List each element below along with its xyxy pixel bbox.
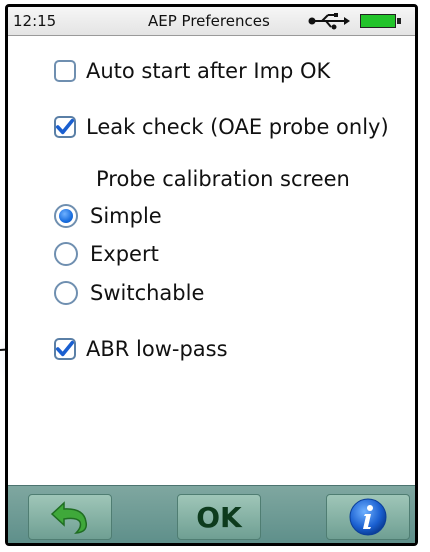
battery-tip	[397, 18, 401, 24]
check-mark-icon	[56, 340, 74, 357]
radio-expert-option[interactable]: Expert	[54, 242, 159, 266]
screen-title: AEP Preferences	[148, 12, 270, 30]
battery-icon	[360, 14, 396, 28]
abr-lowpass-option[interactable]: ABR low-pass	[54, 337, 228, 361]
leak-check-label: Leak check (OAE probe only)	[86, 115, 389, 139]
ok-label: OK	[196, 500, 242, 534]
usb-icon	[308, 13, 350, 30]
clock-time: 12:15	[13, 12, 57, 30]
back-button[interactable]	[28, 494, 112, 540]
radio-switchable[interactable]	[54, 281, 78, 305]
back-arrow-icon	[50, 501, 88, 534]
leak-check-checkbox[interactable]	[54, 116, 76, 138]
status-bar: 12:15 AEP Preferences	[8, 7, 415, 36]
auto-start-label: Auto start after Imp OK	[86, 59, 331, 83]
ok-button[interactable]: OK	[177, 494, 261, 540]
leak-check-option[interactable]: Leak check (OAE probe only)	[54, 115, 389, 139]
info-button[interactable]	[326, 494, 410, 540]
auto-start-checkbox[interactable]	[54, 60, 76, 82]
probe-calibration-heading: Probe calibration screen	[96, 167, 350, 191]
radio-simple-option[interactable]: Simple	[54, 204, 162, 228]
info-icon	[349, 498, 387, 536]
radio-switchable-label: Switchable	[90, 281, 205, 305]
bottom-toolbar: OK	[8, 485, 415, 543]
radio-switchable-option[interactable]: Switchable	[54, 281, 204, 305]
device-screen: 12:15 AEP Preferences Auto start after I…	[5, 4, 418, 546]
radio-expert-label: Expert	[90, 242, 159, 266]
radio-simple[interactable]	[54, 204, 78, 228]
radio-expert[interactable]	[54, 242, 78, 266]
radio-simple-label: Simple	[90, 204, 162, 228]
check-mark-icon	[56, 118, 74, 135]
auto-start-option[interactable]: Auto start after Imp OK	[54, 59, 330, 83]
abr-lowpass-checkbox[interactable]	[54, 338, 76, 360]
abr-lowpass-label: ABR low-pass	[86, 337, 228, 361]
